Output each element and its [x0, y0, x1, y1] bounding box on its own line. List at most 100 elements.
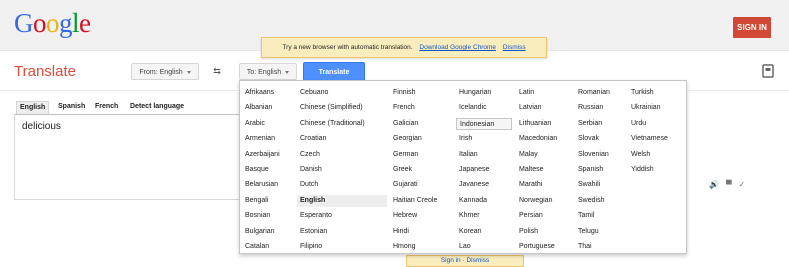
language-option-korean[interactable]: Korean — [456, 226, 512, 238]
language-option-irish[interactable]: Irish — [456, 133, 512, 145]
language-option-georgian[interactable]: Georgian — [390, 133, 454, 145]
language-option-dutch[interactable]: Dutch — [297, 179, 387, 191]
language-option-malay[interactable]: Malay — [516, 149, 572, 161]
language-option-hungarian[interactable]: Hungarian — [456, 87, 512, 99]
language-option-russian[interactable]: Russian — [575, 102, 625, 114]
check-icon[interactable]: ✓ — [739, 180, 746, 189]
language-option-gujarati[interactable]: Gujarati — [390, 179, 454, 191]
language-option-telugu[interactable]: Telugu — [575, 226, 625, 238]
logo-letter: g — [59, 8, 73, 38]
language-option-albanian[interactable]: Albanian — [242, 102, 294, 114]
language-option-swedish[interactable]: Swedish — [575, 195, 625, 207]
language-option-maltese[interactable]: Maltese — [516, 164, 572, 176]
language-option-macedonian[interactable]: Macedonian — [516, 133, 572, 145]
notice-text: Try a new browser with automatic transla… — [282, 44, 413, 51]
logo-letter: e — [79, 8, 91, 38]
language-option-spanish[interactable]: Spanish — [575, 164, 625, 176]
language-option-galician[interactable]: Galician — [390, 118, 454, 130]
language-option-hmong[interactable]: Hmong — [390, 241, 454, 253]
swap-languages-icon[interactable]: ⇆ — [208, 63, 226, 80]
language-option-yiddish[interactable]: Yiddish — [628, 164, 684, 176]
language-option-catalan[interactable]: Catalan — [242, 241, 294, 253]
from-language-button[interactable]: From: English — [131, 63, 199, 80]
language-option-french[interactable]: French — [390, 102, 454, 114]
language-option-bulgarian[interactable]: Bulgarian — [242, 226, 294, 238]
language-option-persian[interactable]: Persian — [516, 210, 572, 222]
tab-detect-language[interactable]: Detect language — [130, 101, 184, 113]
language-option-tamil[interactable]: Tamil — [575, 210, 625, 222]
sign-in-button[interactable]: SIGN IN — [733, 17, 771, 38]
comment-icon[interactable]: ▀ — [726, 180, 732, 189]
language-option-ukrainian[interactable]: Ukrainian — [628, 102, 684, 114]
language-option-icelandic[interactable]: Icelandic — [456, 102, 512, 114]
language-option-italian[interactable]: Italian — [456, 149, 512, 161]
language-option-lithuanian[interactable]: Lithuanian — [516, 118, 572, 130]
language-option-slovenian[interactable]: Slovenian — [575, 149, 625, 161]
language-option-thai[interactable]: Thai — [575, 241, 625, 253]
language-option-czech[interactable]: Czech — [297, 149, 387, 161]
language-option-marathi[interactable]: Marathi — [516, 179, 572, 191]
translate-button[interactable]: Translate — [303, 62, 365, 81]
language-option-urdu[interactable]: Urdu — [628, 118, 684, 130]
language-option-greek[interactable]: Greek — [390, 164, 454, 176]
language-option-german[interactable]: German — [390, 149, 454, 161]
logo-letter: G — [14, 8, 34, 38]
language-option-azerbaijani[interactable]: Azerbaijani — [242, 149, 294, 161]
to-language-button[interactable]: To: English — [239, 63, 297, 80]
language-option-haitian-creole[interactable]: Haitian Creole — [390, 195, 454, 207]
language-option-norwegian[interactable]: Norwegian — [516, 195, 572, 207]
notice-partial: Sign in · Dismiss — [406, 255, 524, 267]
tab-french[interactable]: French — [95, 101, 118, 113]
download-chrome-link[interactable]: Download Google Chrome — [419, 44, 496, 51]
language-option-japanese[interactable]: Japanese — [456, 164, 512, 176]
language-option-welsh[interactable]: Welsh — [628, 149, 684, 161]
chevron-down-icon — [186, 70, 191, 74]
language-option-latin[interactable]: Latin — [516, 87, 572, 99]
source-text-area[interactable]: delicious — [14, 114, 240, 200]
language-option-basque[interactable]: Basque — [242, 164, 294, 176]
language-option-serbian[interactable]: Serbian — [575, 118, 625, 130]
language-option-danish[interactable]: Danish — [297, 164, 387, 176]
language-option-kannada[interactable]: Kannada — [456, 195, 512, 207]
language-option-indonesian[interactable]: Indonesian — [456, 117, 512, 130]
language-option-belarusian[interactable]: Belarusian — [242, 179, 294, 191]
language-option-arabic[interactable]: Arabic — [242, 118, 294, 130]
language-option-estonian[interactable]: Estonian — [297, 226, 387, 238]
tab-english[interactable]: English — [16, 101, 50, 115]
language-option-chinese-simplified[interactable]: Chinese (Simplified) — [297, 102, 387, 114]
dismiss-link[interactable]: Dismiss — [503, 44, 526, 51]
language-option-cebuano[interactable]: Cebuano — [297, 87, 387, 99]
language-option-polish[interactable]: Polish — [516, 226, 572, 238]
language-option-javanese[interactable]: Javanese — [456, 179, 512, 191]
language-option-latvian[interactable]: Latvian — [516, 102, 572, 114]
language-option-filipino[interactable]: Filipino — [297, 241, 387, 253]
language-option-bosnian[interactable]: Bosnian — [242, 210, 294, 222]
from-language-label: From: English — [139, 69, 183, 76]
language-option-romanian[interactable]: Romanian — [575, 87, 625, 99]
tab-spanish[interactable]: Spanish — [58, 101, 85, 113]
language-option-hindi[interactable]: Hindi — [390, 226, 454, 238]
browser-notice: Try a new browser with automatic transla… — [261, 37, 547, 58]
language-option-lao[interactable]: Lao — [456, 241, 512, 253]
language-option-vietnamese[interactable]: Vietnamese — [628, 133, 684, 145]
language-option-khmer[interactable]: Khmer — [456, 210, 512, 222]
language-option-slovak[interactable]: Slovak — [575, 133, 625, 145]
language-option-croatian[interactable]: Croatian — [297, 133, 387, 145]
language-option-turkish[interactable]: Turkish — [628, 87, 684, 99]
google-logo[interactable]: Google — [14, 6, 91, 40]
language-option-swahili[interactable]: Swahili — [575, 179, 625, 191]
logo-letter: o — [46, 8, 60, 38]
language-option-portuguese[interactable]: Portuguese — [516, 241, 572, 253]
language-option-english[interactable]: English — [297, 194, 387, 207]
language-option-armenian[interactable]: Armenian — [242, 133, 294, 145]
language-option-afrikaans[interactable]: Afrikaans — [242, 87, 294, 99]
source-text: delicious — [22, 121, 61, 132]
language-option-bengali[interactable]: Bengali — [242, 195, 294, 207]
language-option-hebrew[interactable]: Hebrew — [390, 210, 454, 222]
language-option-finnish[interactable]: Finnish — [390, 87, 454, 99]
language-option-chinese-traditional[interactable]: Chinese (Traditional) — [297, 118, 387, 130]
language-option-esperanto[interactable]: Esperanto — [297, 210, 387, 222]
phrasebook-icon[interactable] — [761, 63, 775, 79]
result-toolbar: 🔊 ▀ ✓ — [709, 180, 752, 189]
speaker-icon[interactable]: 🔊 — [709, 180, 719, 189]
